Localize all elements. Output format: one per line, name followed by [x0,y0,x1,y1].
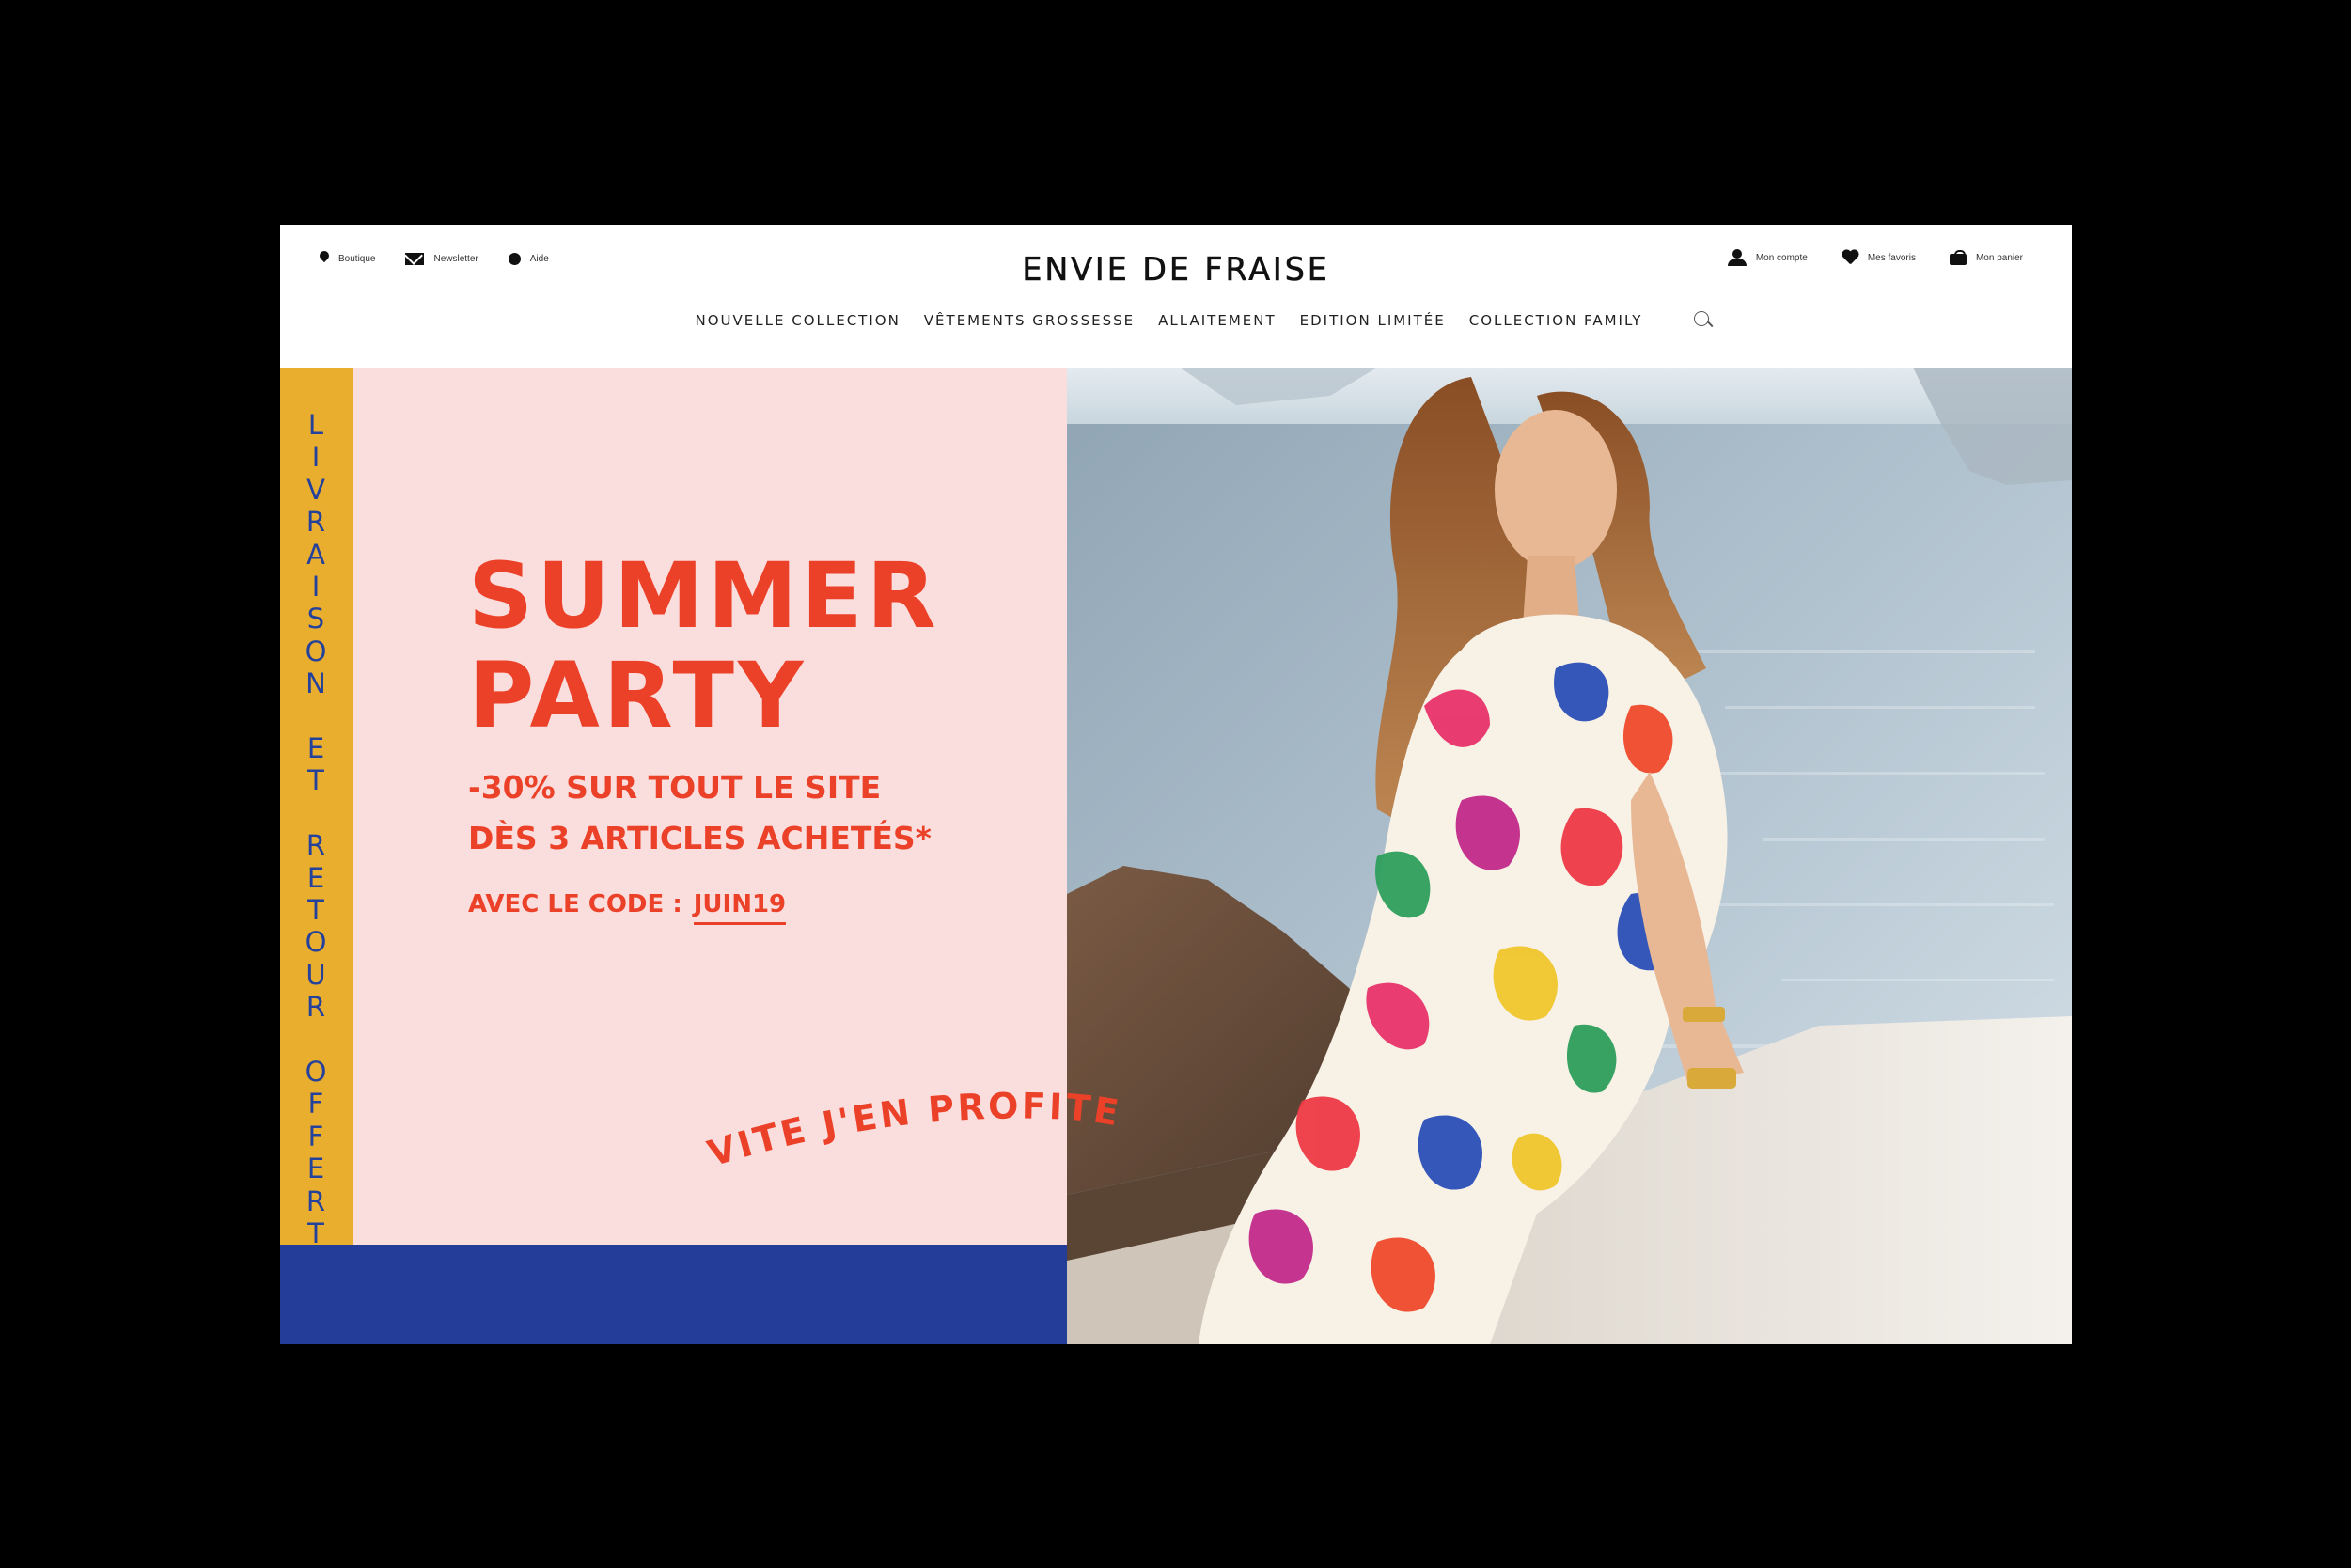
search-icon[interactable] [1694,311,1713,330]
nav-item-allaitement[interactable]: ALLAITEMENT [1158,312,1276,329]
shipping-banner-letter: E [306,861,325,894]
brand-name: ENVIE DE FRAISE [1022,251,1330,290]
offer-line-1: -30% SUR TOUT LE SITE [468,769,882,806]
shipping-banner-letter: V [306,473,325,506]
headline-line-1: SUMMER [468,543,940,649]
promo-code-label: AVEC LE CODE : [468,890,682,918]
account-link[interactable]: Mon compte [1727,249,1808,266]
favorites-link-label: Mes favoris [1867,252,1916,263]
nav-item-vetements-grossesse[interactable]: VÊTEMENTS GROSSESSE [924,312,1135,329]
bag-icon [1949,250,1967,265]
shipping-banner-letter: U [306,958,326,991]
blue-footer-band [280,1245,1067,1344]
cta-label: VITE J'EN PROFITE [703,1085,1124,1174]
shipping-banner-letter: T [307,894,324,927]
promo-code[interactable]: JUIN19 [693,890,787,925]
heart-icon [1842,250,1858,265]
user-icon [1727,249,1747,266]
nav-item-nouvelle-collection[interactable]: NOUVELLE COLLECTION [696,312,901,329]
shipping-banner-letter: T [307,764,324,797]
shipping-banner-letter: O [305,1056,327,1089]
cart-link[interactable]: Mon panier [1949,250,2023,265]
headline-line-2: PARTY [468,643,807,748]
shipping-banner-letter: L [307,409,324,441]
shipping-banner-letter: R [306,506,326,539]
promo-code-line: AVEC LE CODE : JUIN19 [468,890,787,925]
nav-item-edition-limitee[interactable]: EDITION LIMITÉE [1300,312,1446,329]
cta-label-path: VITE J'EN PROFITE [703,1085,1121,1174]
browser-viewport: Boutique Newsletter Aide ENVIE DE FRAISE… [280,225,2072,1344]
promo-headline: SUMMER PARTY [468,546,940,745]
shipping-banner-letter: S [306,603,325,635]
promo-offer: -30% SUR TOUT LE SITE DÈS 3 ARTICLES ACH… [468,762,932,864]
shipping-banner-letter: E [306,1152,325,1185]
shipping-banner-letter [297,797,335,829]
shipping-banner: L I V R A I S O N E T R E T O U R O F F … [280,368,353,1249]
shipping-banner-letter: O [305,926,327,959]
shipping-banner-letter: O [305,635,327,667]
offer-line-2: DÈS 3 ARTICLES ACHETÉS* [468,820,932,856]
shipping-banner-letter [297,700,335,732]
shipping-banner-letter: F [307,1120,324,1152]
hero-banner: L I V R A I S O N E T R E T O U R O F F … [280,368,2072,1344]
utility-links-right: Mon compte Mes favoris Mon panier [1727,249,2023,266]
shipping-banner-letter: I [311,571,321,604]
account-link-label: Mon compte [1755,252,1808,263]
shipping-banner-letter: R [306,829,326,862]
cta-button[interactable]: VITE J'EN PROFITE [694,1026,1220,1214]
shipping-banner-letter: R [306,1184,326,1217]
shipping-banner-letter: N [306,667,326,700]
shipping-banner-letter: I [311,441,321,474]
cart-link-label: Mon panier [1975,252,2023,263]
favorites-link[interactable]: Mes favoris [1842,250,1916,265]
shipping-banner-letter: F [307,1088,324,1121]
main-nav: NOUVELLE COLLECTION VÊTEMENTS GROSSESSE … [280,311,2072,330]
shipping-banner-letter: A [306,538,325,571]
shipping-banner-letter: E [306,732,325,765]
nav-item-collection-family[interactable]: COLLECTION FAMILY [1469,312,1643,329]
shipping-banner-letter: R [306,991,326,1024]
shipping-banner-text: L I V R A I S O N E T R E T O U R O F F … [297,409,335,1250]
shipping-banner-letter [297,1024,335,1056]
site-header: Boutique Newsletter Aide ENVIE DE FRAISE… [280,225,2072,368]
